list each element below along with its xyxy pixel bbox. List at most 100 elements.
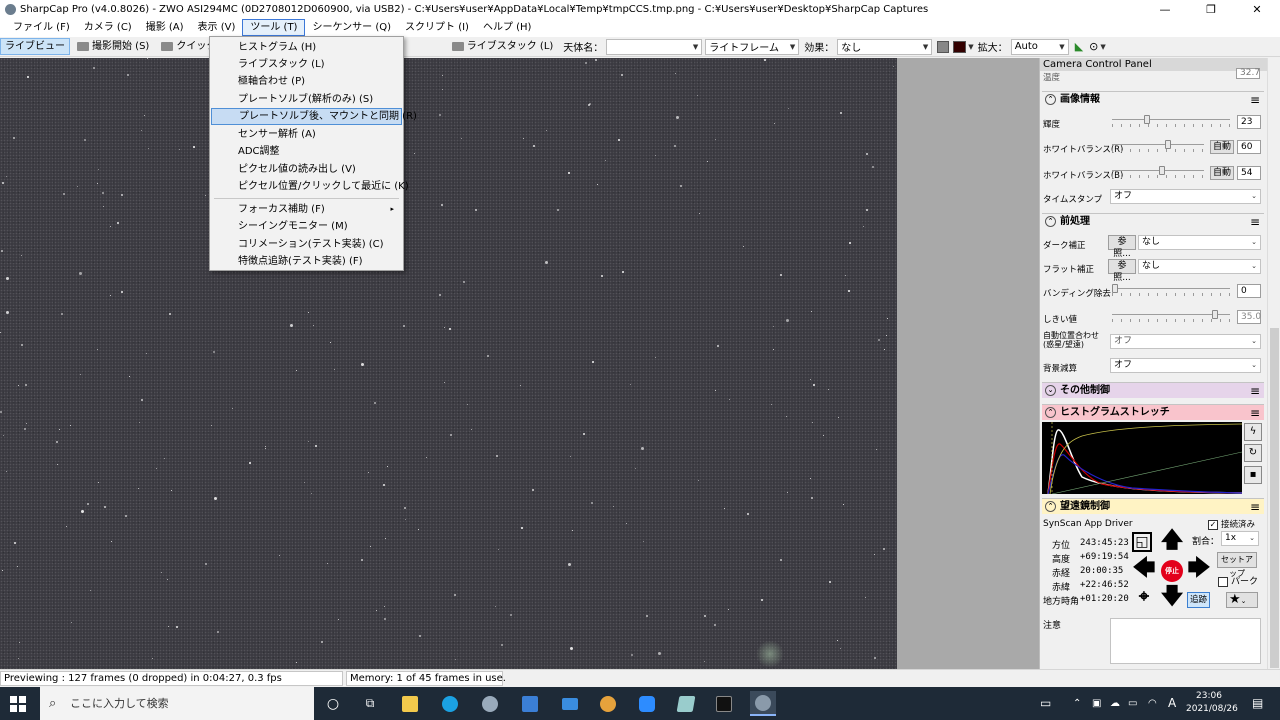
- menu-item-sensor-analysis[interactable]: センサー解析 (A): [211, 126, 402, 143]
- grey-swatch-icon[interactable]: [937, 40, 950, 53]
- menu-capture[interactable]: 撮影 (A): [139, 19, 191, 36]
- setup-button[interactable]: セットアップ: [1217, 552, 1257, 578]
- windows-start-icon[interactable]: [10, 696, 26, 712]
- zoom-select[interactable]: Auto ▼: [1010, 38, 1069, 55]
- menu-item-seeing-monitor[interactable]: シーイングモニター (M): [211, 218, 402, 235]
- live-stack-button[interactable]: ライブスタック (L): [447, 38, 559, 55]
- menu-camera[interactable]: カメラ (C): [77, 19, 139, 36]
- wb-red-slider[interactable]: [1112, 140, 1204, 152]
- section-other-controls[interactable]: ⌄ その他制御 ≡: [1042, 382, 1264, 398]
- flat-select[interactable]: なし ⌄: [1138, 259, 1261, 274]
- camera-app-icon[interactable]: [711, 691, 737, 716]
- cloud-icon[interactable]: ☁: [1110, 687, 1120, 720]
- brightness-slider[interactable]: [1112, 115, 1230, 127]
- goto-icon[interactable]: ◱: [1132, 532, 1152, 552]
- panel-scrollbar[interactable]: [1267, 58, 1280, 669]
- notes-app-icon[interactable]: [673, 691, 699, 716]
- mail-icon[interactable]: [557, 691, 583, 716]
- menu-item-plate-solve-sync[interactable]: プレートソルブ後、マウントと同期 (R): [211, 108, 417, 125]
- menu-sequencer[interactable]: シーケンサー (Q): [305, 19, 398, 36]
- taskbar-clock[interactable]: 23:06 2021/08/26: [1186, 690, 1238, 716]
- menu-help[interactable]: ヘルプ (H): [476, 19, 539, 36]
- hamburger-icon[interactable]: ≡: [1250, 92, 1260, 108]
- power-icon[interactable]: ▭: [1128, 687, 1137, 720]
- timestamp-select[interactable]: オフ ⌄: [1110, 189, 1261, 204]
- menu-tools[interactable]: ツール (T): [242, 19, 306, 36]
- wifi-icon[interactable]: ◠: [1148, 687, 1157, 720]
- menu-item-pixel-readout[interactable]: ピクセル値の読み出し (V): [211, 161, 402, 178]
- wb-red-value[interactable]: 60: [1237, 140, 1261, 154]
- network-icon[interactable]: ▣: [1092, 687, 1101, 720]
- flat-browse-button[interactable]: 参照...: [1108, 259, 1136, 283]
- keyboard-icon[interactable]: ▭: [1040, 687, 1051, 720]
- brightness-value[interactable]: 23: [1237, 115, 1261, 129]
- dark-browse-button[interactable]: 参照...: [1108, 235, 1136, 259]
- chevron-down-icon[interactable]: ▼: [1100, 43, 1105, 51]
- menu-view[interactable]: 表示 (V): [191, 19, 243, 36]
- hamburger-icon[interactable]: ≡: [1250, 499, 1260, 515]
- object-name-input[interactable]: ▼: [606, 38, 703, 55]
- scrollbar-thumb[interactable]: [1270, 328, 1279, 668]
- section-preprocessing[interactable]: ⌃ 前処理 ≡: [1042, 213, 1264, 229]
- menu-item-adc[interactable]: ADC調整: [211, 143, 402, 160]
- histogram-display[interactable]: [1042, 422, 1242, 494]
- save-icon[interactable]: ▪: [1244, 466, 1262, 484]
- menu-item-histogram[interactable]: ヒストグラム (H): [211, 39, 402, 56]
- auto-align-select[interactable]: オフ ⌄: [1110, 334, 1261, 349]
- paint-icon[interactable]: [595, 691, 621, 716]
- maximize-button[interactable]: ❐: [1188, 0, 1234, 18]
- bg-subtract-select[interactable]: オフ ⌄: [1110, 358, 1261, 373]
- connected-checkbox[interactable]: ✓ 接続済み: [1208, 518, 1255, 530]
- banding-value[interactable]: 0: [1237, 284, 1261, 298]
- favorites-button[interactable]: ★⌄: [1226, 592, 1258, 608]
- app-icon[interactable]: [477, 691, 503, 716]
- close-button[interactable]: ✕: [1234, 0, 1280, 18]
- frame-type-select[interactable]: ライトフレーム ▼: [705, 38, 800, 55]
- image-preview[interactable]: [0, 58, 897, 669]
- section-histogram-stretch[interactable]: ⌃ ヒストグラムストレッチ ≡: [1042, 404, 1264, 420]
- sharpcap-taskbar-icon[interactable]: [750, 691, 776, 716]
- menu-item-feature-tracking[interactable]: 特徴点追跡(テスト実装) (F): [211, 253, 402, 270]
- magnifier-icon[interactable]: ⊙: [1089, 40, 1098, 53]
- threshold-slider[interactable]: [1112, 310, 1230, 322]
- stop-button[interactable]: 停止: [1161, 560, 1183, 582]
- task-view-icon[interactable]: ⧉: [357, 691, 383, 716]
- wb-red-auto-button[interactable]: 自動: [1210, 140, 1234, 154]
- file-explorer-icon[interactable]: [397, 691, 423, 716]
- start-capture-button[interactable]: 撮影開始 (S): [72, 38, 154, 55]
- wb-blue-auto-button[interactable]: 自動: [1210, 166, 1234, 180]
- section-telescope-control[interactable]: ⌃ 望遠鏡制御 ≡: [1042, 498, 1264, 514]
- hamburger-icon[interactable]: ≡: [1250, 214, 1260, 230]
- menu-item-collimation[interactable]: コリメーション(テスト実装) (C): [211, 236, 402, 253]
- track-button[interactable]: 追跡: [1187, 592, 1210, 608]
- north-arrow-button[interactable]: 🡅: [1160, 530, 1184, 554]
- crosshair-icon[interactable]: ⌖: [1132, 586, 1156, 610]
- menu-item-live-stack[interactable]: ライブスタック (L): [211, 56, 402, 73]
- effect-select[interactable]: なし ▼: [837, 38, 933, 55]
- rate-select[interactable]: 1x ⌄: [1221, 531, 1259, 546]
- auto-stretch-icon[interactable]: ϟ: [1244, 423, 1262, 441]
- chevron-down-icon[interactable]: ▼: [968, 43, 973, 51]
- section-image-info[interactable]: ⌃ 画像情報 ≡: [1042, 91, 1264, 107]
- notes-textarea[interactable]: [1110, 618, 1261, 664]
- chevron-up-icon[interactable]: ⌃: [1073, 687, 1081, 720]
- minimize-button[interactable]: —: [1142, 0, 1188, 18]
- ime-indicator[interactable]: A: [1168, 687, 1176, 720]
- menu-item-polar-align[interactable]: 極軸合わせ (P): [211, 73, 402, 90]
- menu-file[interactable]: ファイル (F): [6, 19, 77, 36]
- menu-item-pixel-position[interactable]: ピクセル位置/クリックして最近に (K): [211, 178, 409, 195]
- park-checkbox[interactable]: パーク: [1218, 574, 1258, 587]
- store-icon[interactable]: [517, 691, 543, 716]
- hamburger-icon[interactable]: ≡: [1250, 383, 1260, 399]
- taskbar-search-box[interactable]: ⌕ ここに入力して検索: [40, 687, 314, 720]
- hamburger-icon[interactable]: ≡: [1250, 405, 1260, 421]
- red-swatch-icon[interactable]: [953, 40, 967, 53]
- reset-icon[interactable]: ↻: [1244, 444, 1262, 462]
- wb-blue-value[interactable]: 54: [1237, 166, 1261, 180]
- cortana-icon[interactable]: ○: [320, 691, 346, 716]
- live-view-button[interactable]: ライブビュー: [0, 38, 70, 55]
- menu-item-focus-assist[interactable]: フォーカス補助 (F) ▸: [211, 201, 402, 218]
- threshold-value[interactable]: 35.0: [1237, 310, 1261, 324]
- edge-icon[interactable]: [437, 691, 463, 716]
- notification-icon[interactable]: ▤: [1252, 687, 1263, 720]
